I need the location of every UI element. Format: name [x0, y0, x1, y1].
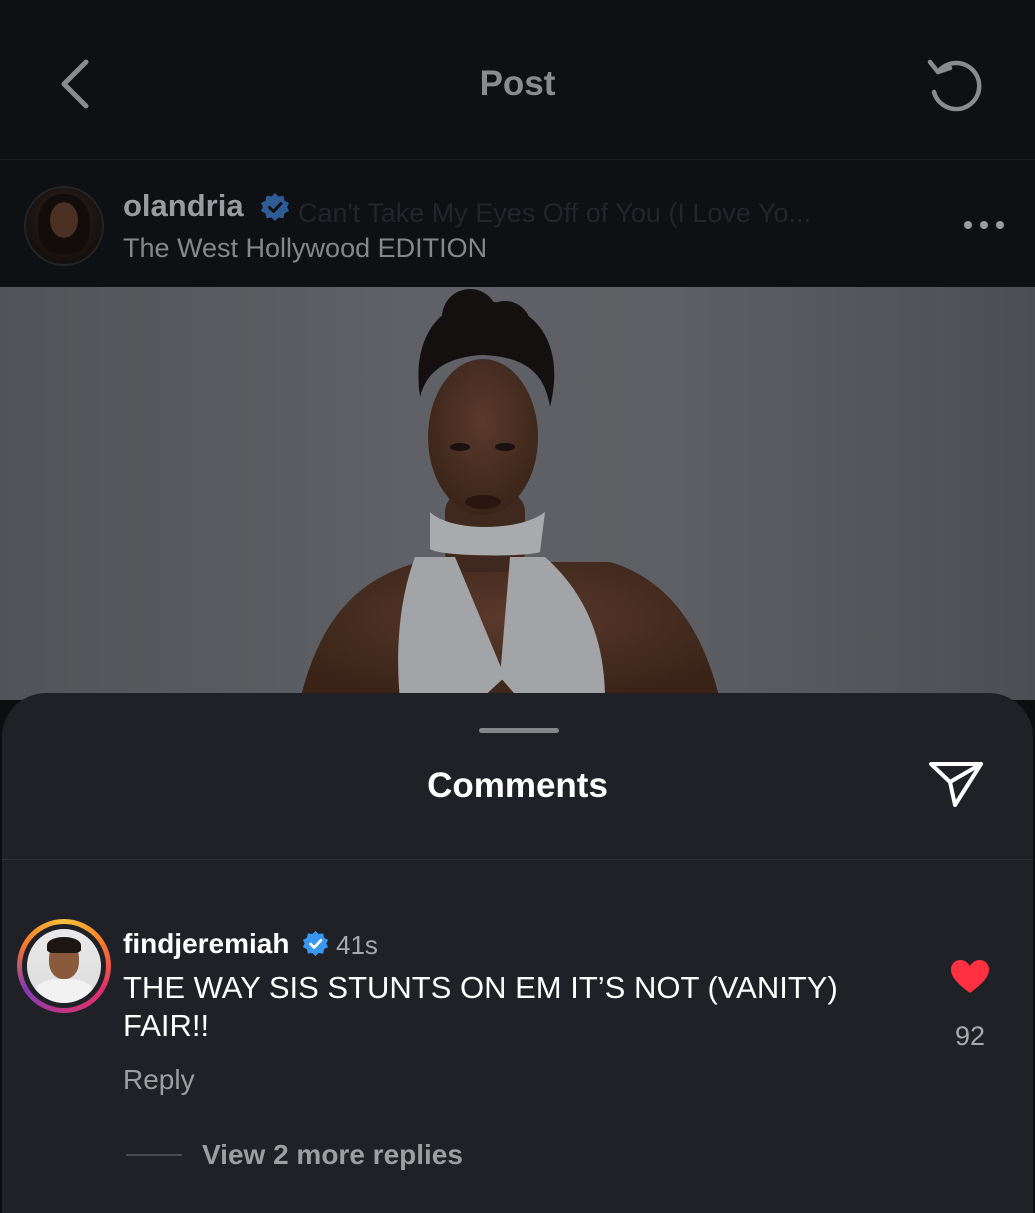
replies-divider	[126, 1154, 182, 1156]
post-location[interactable]: The West Hollywood EDITION	[123, 233, 487, 264]
more-horizontal-icon	[964, 221, 1004, 229]
like-button[interactable]	[950, 959, 990, 995]
post-author-username[interactable]: olandria	[123, 188, 244, 224]
post-music-label[interactable]: Can't Take My Eyes Off of You (I Love Yo…	[298, 198, 918, 229]
more-options-button[interactable]	[958, 216, 1010, 234]
verified-badge-icon	[302, 930, 329, 957]
reply-button[interactable]: Reply	[123, 1064, 195, 1096]
send-icon	[929, 762, 983, 807]
post-photo[interactable]	[0, 287, 1035, 700]
view-more-replies-button[interactable]: View 2 more replies	[202, 1139, 463, 1171]
sheet-divider	[2, 859, 1033, 860]
commenter-avatar[interactable]	[17, 919, 111, 1013]
share-button[interactable]	[927, 759, 985, 809]
like-count: 92	[954, 1021, 986, 1051]
sheet-grabber[interactable]	[479, 728, 559, 733]
post-photo-illustration	[300, 289, 720, 700]
comments-title: Comments	[427, 766, 608, 805]
page-title: Post	[479, 64, 556, 103]
post-author-avatar[interactable]	[24, 186, 104, 266]
verified-badge-icon	[261, 193, 289, 221]
comments-sheet: Comments findjeremiah 41s THE WAY SIS ST…	[2, 693, 1033, 1213]
refresh-button[interactable]	[918, 50, 992, 120]
post-header: olandria Can't Take My Eyes Off of You (…	[0, 160, 1035, 287]
refresh-icon	[927, 59, 982, 112]
comment-timestamp: 41s	[336, 930, 378, 960]
heart-icon	[951, 960, 989, 993]
top-nav-bar: Post	[0, 0, 1035, 160]
comment-username[interactable]: findjeremiah	[123, 928, 289, 960]
comment-text: THE WAY SIS STUNTS ON EM IT’S NOT (VANIT…	[123, 970, 838, 1043]
